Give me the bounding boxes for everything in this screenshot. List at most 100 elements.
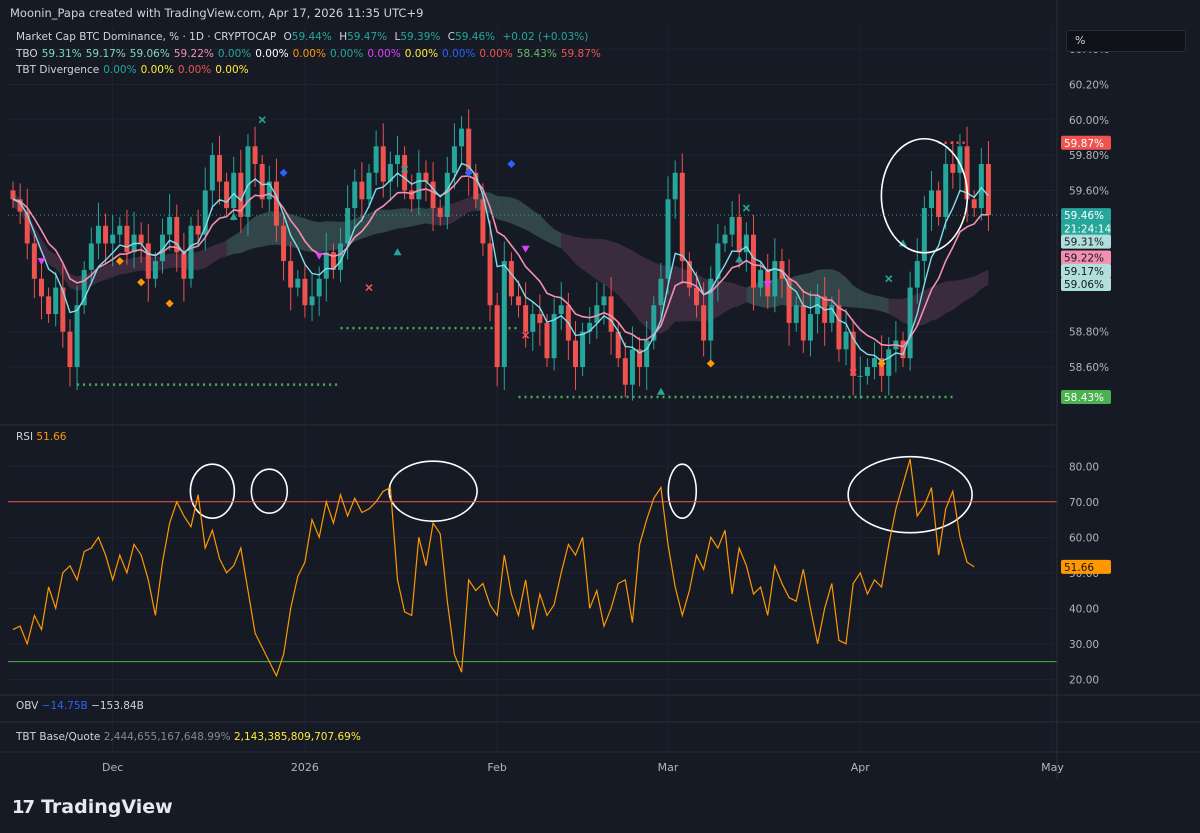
chart-header: Moonin_Papa created with TradingView.com… bbox=[10, 6, 424, 20]
candle-body bbox=[672, 172, 678, 200]
price-badge-label: 58.43% bbox=[1064, 392, 1104, 404]
high-label: H bbox=[339, 31, 348, 43]
main-legend: Market Cap BTC Dominance, % · 1D · CRYPT… bbox=[16, 31, 592, 43]
candle-body bbox=[288, 261, 294, 288]
symbol-title[interactable]: Market Cap BTC Dominance, % · 1D · CRYPT… bbox=[16, 31, 276, 43]
candle-body bbox=[380, 146, 386, 182]
candle-body bbox=[943, 163, 949, 217]
candle-body bbox=[124, 225, 130, 253]
tbo-value-9: 0.00% bbox=[404, 48, 439, 60]
candle-body bbox=[359, 181, 365, 200]
tbt-value-1: 0.00% bbox=[140, 64, 174, 76]
time-tick-label: 2026 bbox=[291, 761, 319, 774]
candle-body bbox=[110, 234, 116, 244]
candle-body bbox=[886, 349, 892, 376]
rsi-legend: RSI 51.66 bbox=[16, 431, 66, 443]
basequote-label[interactable]: TBT Base/Quote bbox=[16, 731, 100, 743]
price-tick-label: 59.80% bbox=[1069, 150, 1109, 162]
candle-body bbox=[259, 163, 265, 200]
candle-body bbox=[451, 146, 457, 173]
candle-body bbox=[430, 181, 436, 209]
candle-body bbox=[501, 261, 507, 368]
candle-body bbox=[758, 269, 764, 288]
tbo-value-2: 59.06% bbox=[129, 48, 170, 60]
price-badge-label: 59.87% bbox=[1064, 138, 1104, 150]
tbo-value-13: 59.87% bbox=[560, 48, 601, 60]
tradingview-logo[interactable]: 17 TradingView bbox=[12, 796, 173, 818]
candle-body bbox=[872, 358, 878, 368]
candle-body bbox=[580, 331, 586, 368]
tbo-value-0: 59.31% bbox=[41, 48, 82, 60]
low-value: 59.39% bbox=[400, 31, 441, 43]
candle-body bbox=[302, 278, 308, 306]
tbt-label[interactable]: TBT Divergence bbox=[16, 64, 99, 76]
price-tick-label: 60.20% bbox=[1069, 80, 1109, 92]
candle-body bbox=[152, 261, 158, 279]
candle-body bbox=[216, 155, 222, 182]
candle-body bbox=[487, 243, 493, 306]
rsi-tick-label: 30.00 bbox=[1069, 639, 1099, 651]
candle-body bbox=[252, 146, 258, 164]
candle-body bbox=[694, 287, 700, 306]
candle-body bbox=[950, 163, 956, 173]
candle-body bbox=[53, 287, 59, 315]
candle-body bbox=[629, 349, 635, 385]
obv-value-2: −153.84B bbox=[91, 700, 144, 712]
close-value: 59.46% bbox=[455, 31, 496, 43]
candle-body bbox=[444, 172, 450, 217]
candle-body bbox=[316, 278, 322, 297]
candle-body bbox=[864, 367, 870, 376]
tbt-values: 0.00% 0.00% 0.00% 0.00% bbox=[103, 64, 252, 76]
candle-body bbox=[188, 225, 194, 279]
rsi-tick-label: 60.00 bbox=[1069, 532, 1099, 544]
search-input[interactable]: % bbox=[1066, 30, 1186, 52]
time-tick-label: Dec bbox=[102, 761, 123, 774]
tbo-value-5: 0.00% bbox=[255, 48, 289, 60]
price-badge-label: 59.06% bbox=[1064, 279, 1104, 291]
candle-body bbox=[46, 296, 52, 315]
candle-body bbox=[31, 243, 37, 279]
candle-body bbox=[195, 225, 201, 235]
tbo-legend: TBO 59.31% 59.17% 59.06% 59.22% 0.00% 0.00% 0.0… bbox=[16, 48, 609, 60]
candle-body bbox=[701, 305, 707, 341]
candle-body bbox=[978, 163, 984, 209]
candle-body bbox=[67, 331, 73, 368]
rsi-tick-label: 40.00 bbox=[1069, 603, 1099, 615]
candle-body bbox=[936, 190, 942, 217]
candle-body bbox=[928, 190, 934, 209]
open-value: 59.44% bbox=[291, 31, 332, 43]
candle-body bbox=[323, 252, 329, 279]
candle-body bbox=[138, 234, 144, 244]
tradingview-logo-icon: 17 bbox=[12, 796, 35, 818]
price-badge-label: 59.22% bbox=[1064, 253, 1104, 265]
candle-body bbox=[829, 305, 835, 323]
obv-label[interactable]: OBV bbox=[16, 700, 38, 712]
candle-body bbox=[494, 305, 500, 368]
tbo-value-11: 0.00% bbox=[479, 48, 513, 60]
candle-body bbox=[729, 216, 735, 235]
price-tick-label: 58.80% bbox=[1069, 327, 1109, 339]
close-label: C bbox=[447, 31, 456, 43]
tbo-label[interactable]: TBO bbox=[16, 48, 38, 60]
candle-body bbox=[971, 199, 977, 209]
candle-body bbox=[95, 225, 101, 244]
obv-value-1: −14.75B bbox=[41, 700, 88, 712]
candle-body bbox=[914, 261, 920, 288]
candle-body bbox=[608, 296, 614, 332]
rsi-label[interactable]: RSI bbox=[16, 431, 33, 443]
candle-body bbox=[679, 172, 685, 262]
candle-body bbox=[857, 375, 863, 377]
rsi-tick-label: 20.00 bbox=[1069, 674, 1099, 686]
candle-body bbox=[117, 225, 123, 235]
chart-canvas[interactable]: 60.40%60.20%60.00%59.80%59.60%58.80%58.6… bbox=[0, 0, 1200, 833]
price-tick-label: 58.60% bbox=[1069, 362, 1109, 374]
candle-body bbox=[231, 172, 237, 209]
candle-body bbox=[181, 252, 187, 279]
candle-body bbox=[807, 314, 813, 341]
price-badge-label: 59.46% bbox=[1064, 210, 1104, 222]
change-value: +0.02 (+0.03%) bbox=[502, 31, 589, 43]
candle-body bbox=[145, 243, 151, 279]
tbo-value-10: 0.00% bbox=[442, 48, 476, 60]
tbo-value-7: 0.00% bbox=[329, 48, 364, 60]
candle-body bbox=[843, 331, 849, 350]
